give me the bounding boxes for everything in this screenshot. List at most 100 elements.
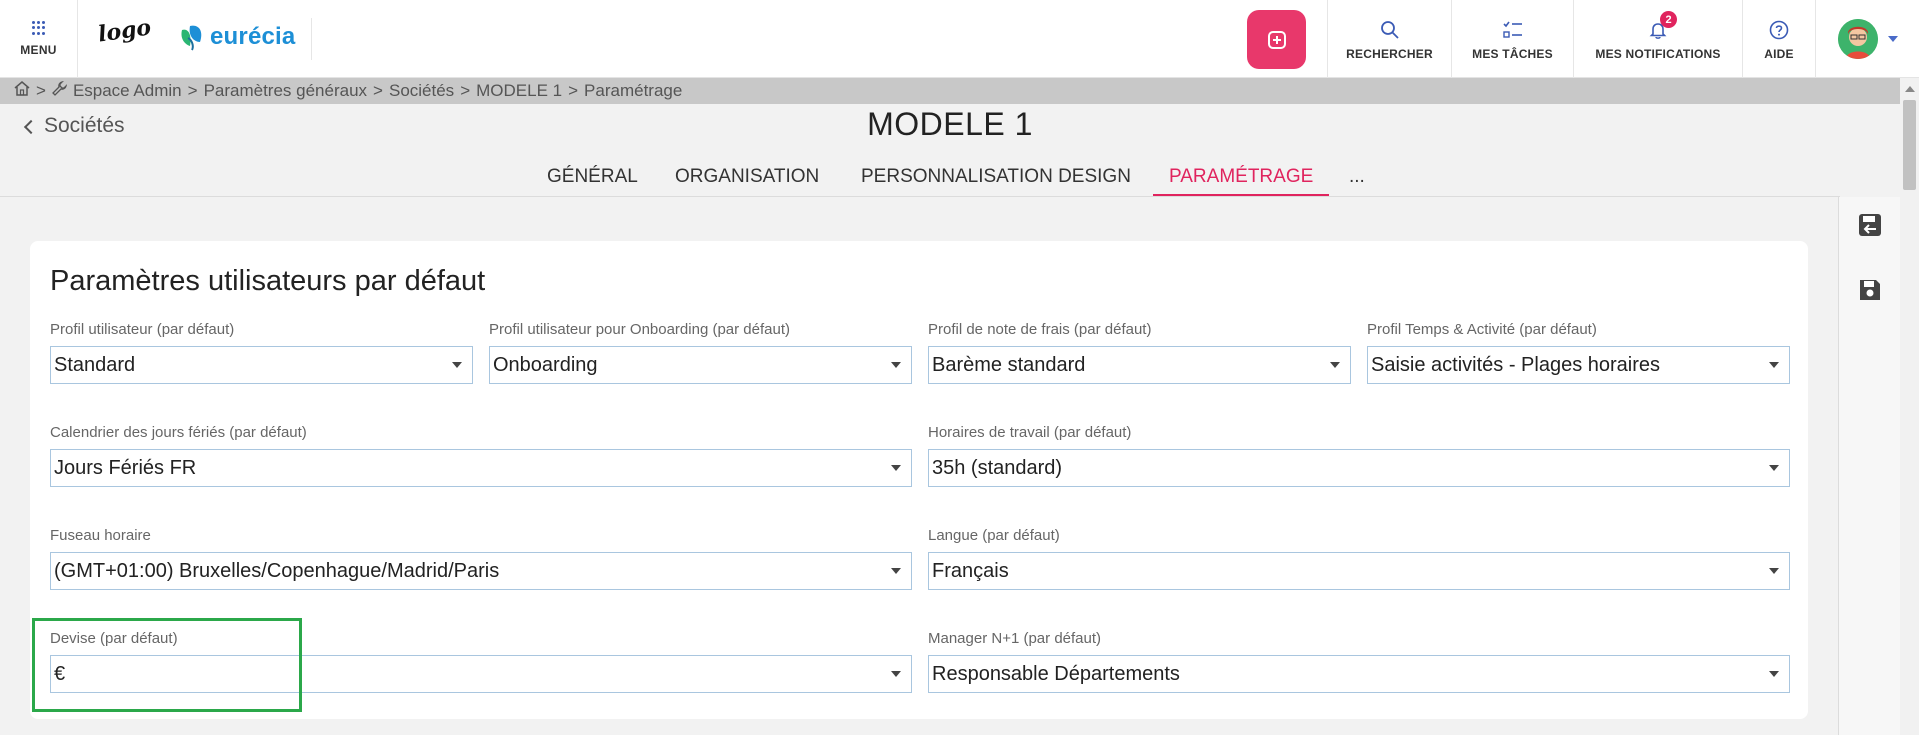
scroll-up-icon[interactable]	[1905, 86, 1915, 92]
breadcrumb-separator: >	[568, 81, 579, 100]
notifications-label: MES NOTIFICATIONS	[1595, 47, 1721, 61]
help-nav-button[interactable]: AIDE	[1742, 0, 1815, 78]
divider	[311, 18, 312, 60]
field-label: Profil Temps & Activité (par défaut)	[1367, 321, 1597, 338]
manager-field: Manager N+1 (par défaut) Responsable Dép…	[928, 630, 1790, 693]
dropdown-arrow-icon	[891, 465, 901, 471]
quick-add-button[interactable]	[1247, 10, 1306, 69]
breadcrumb-item-parametres-generaux[interactable]: Paramètres généraux	[204, 81, 367, 101]
profil-temps-field: Profil Temps & Activité (par défaut) Sai…	[1367, 321, 1790, 384]
dropdown-arrow-icon	[452, 362, 462, 368]
help-circle-icon	[1769, 17, 1789, 43]
dropdown-arrow-icon	[891, 568, 901, 574]
calendrier-field: Calendrier des jours fériés (par défaut)…	[50, 424, 912, 487]
user-menu-button[interactable]	[1815, 0, 1919, 78]
profil-utilisateur-field: Profil utilisateur (par défaut) Standard	[50, 321, 473, 384]
search-label: RECHERCHER	[1346, 47, 1433, 61]
select-value: (GMT+01:00) Bruxelles/Copenhague/Madrid/…	[54, 559, 500, 582]
profil-onboarding-select[interactable]: Onboarding	[489, 346, 912, 384]
select-value: 35h (standard)	[932, 456, 1063, 479]
page-title: MODELE 1	[867, 106, 1033, 142]
field-label: Profil utilisateur (par défaut)	[50, 321, 235, 338]
breadcrumb-item-espace-admin[interactable]: Espace Admin	[73, 81, 182, 101]
save-and-return-button[interactable]	[1856, 211, 1884, 239]
profil-note-frais-select[interactable]: Barème standard	[928, 346, 1351, 384]
breadcrumb-item-societes[interactable]: Sociétés	[389, 81, 454, 101]
horaires-field: Horaires de travail (par défaut) 35h (st…	[928, 424, 1790, 487]
profil-utilisateur-select[interactable]: Standard	[50, 346, 473, 384]
grid-menu-icon	[31, 21, 46, 35]
home-icon[interactable]	[14, 81, 30, 101]
floppy-disk-icon	[1860, 280, 1880, 300]
dropdown-arrow-icon	[891, 362, 901, 368]
brand-name: eurécia	[210, 23, 296, 50]
dropdown-arrow-icon	[1769, 362, 1779, 368]
tasks-nav-button[interactable]: MES TÂCHES	[1451, 0, 1573, 78]
select-value: Barème standard	[932, 353, 1086, 376]
select-value: Standard	[54, 353, 136, 376]
checklist-icon	[1502, 17, 1524, 43]
notification-count-badge: 2	[1660, 11, 1677, 28]
profil-note-frais-field: Profil de note de frais (par défaut) Bar…	[928, 321, 1351, 384]
chevron-down-icon	[1887, 36, 1898, 42]
highlight-box	[32, 618, 302, 712]
tab-general[interactable]: GÉNÉRAL	[547, 166, 638, 197]
menu-button[interactable]: MENU	[0, 0, 78, 78]
breadcrumb-separator: >	[460, 81, 471, 100]
scrollbar-thumb[interactable]	[1903, 100, 1916, 190]
bell-icon: 2	[1648, 11, 1677, 43]
brand-leaf-icon	[178, 22, 206, 52]
help-label: AIDE	[1764, 47, 1794, 61]
field-label: Manager N+1 (par défaut)	[928, 630, 1102, 647]
tab-bar: GÉNÉRAL ORGANISATION PERSONNALISATION DE…	[0, 166, 1900, 197]
wrench-icon	[52, 80, 68, 101]
notifications-nav-button[interactable]: 2 MES NOTIFICATIONS	[1573, 0, 1742, 78]
side-action-panel	[1838, 197, 1900, 735]
field-label: Langue (par défaut)	[928, 527, 1060, 544]
menu-label: MENU	[20, 43, 57, 57]
avatar	[1837, 19, 1878, 59]
horaires-select[interactable]: 35h (standard)	[928, 449, 1790, 487]
profil-temps-select[interactable]: Saisie activités - Plages horaires	[1367, 346, 1790, 384]
breadcrumb-separator: >	[36, 81, 46, 100]
langue-select[interactable]: Français	[928, 552, 1790, 590]
tab-personnalisation-design[interactable]: PERSONNALISATION DESIGN	[861, 166, 1131, 197]
save-button[interactable]	[1856, 276, 1884, 304]
dropdown-arrow-icon	[1330, 362, 1340, 368]
tab-parametrage[interactable]: PARAMÉTRAGE	[1153, 166, 1330, 197]
langue-field: Langue (par défaut) Français	[928, 527, 1790, 590]
tasks-label: MES TÂCHES	[1472, 47, 1553, 61]
field-label: Profil de note de frais (par défaut)	[928, 321, 1152, 338]
manager-select[interactable]: Responsable Départements	[928, 655, 1790, 693]
company-logo: logo	[96, 14, 153, 48]
field-label: Horaires de travail (par défaut)	[928, 424, 1132, 441]
breadcrumb-separator: >	[187, 81, 198, 100]
tab-more[interactable]: ...	[1349, 166, 1365, 197]
dropdown-arrow-icon	[1769, 465, 1779, 471]
search-nav-button[interactable]: RECHERCHER	[1327, 0, 1451, 78]
tab-organisation[interactable]: ORGANISATION	[675, 166, 819, 197]
select-value: Jours Fériés FR	[54, 456, 197, 479]
search-icon	[1380, 17, 1400, 43]
breadcrumb-item-modele[interactable]: MODELE 1	[476, 81, 562, 101]
dropdown-arrow-icon	[1769, 671, 1779, 677]
top-bar: MENU logo eurécia RECHERCHER MES TÂCHES	[0, 0, 1919, 78]
select-value: Saisie activités - Plages horaires	[1371, 353, 1661, 376]
field-label: Profil utilisateur pour Onboarding (par …	[489, 321, 790, 338]
calendrier-select[interactable]: Jours Fériés FR	[50, 449, 912, 487]
section-title: Paramètres utilisateurs par défaut	[50, 265, 486, 297]
brand-logo: eurécia	[178, 22, 295, 52]
select-value: Onboarding	[493, 353, 598, 376]
select-value: Français	[932, 559, 1009, 582]
profil-onboarding-field: Profil utilisateur pour Onboarding (par …	[489, 321, 912, 384]
breadcrumb: > Espace Admin > Paramètres généraux > S…	[0, 78, 1900, 104]
fuseau-horaire-select[interactable]: (GMT+01:00) Bruxelles/Copenhague/Madrid/…	[50, 552, 912, 590]
dropdown-arrow-icon	[891, 671, 901, 677]
breadcrumb-item-parametrage: Paramétrage	[584, 81, 683, 100]
field-label: Calendrier des jours fériés (par défaut)	[50, 424, 307, 441]
scrollbar[interactable]	[1900, 78, 1919, 735]
dropdown-arrow-icon	[1769, 568, 1779, 574]
fuseau-horaire-field: Fuseau horaire (GMT+01:00) Bruxelles/Cop…	[50, 527, 912, 590]
select-value: Responsable Départements	[932, 662, 1180, 685]
breadcrumb-separator: >	[373, 81, 383, 100]
